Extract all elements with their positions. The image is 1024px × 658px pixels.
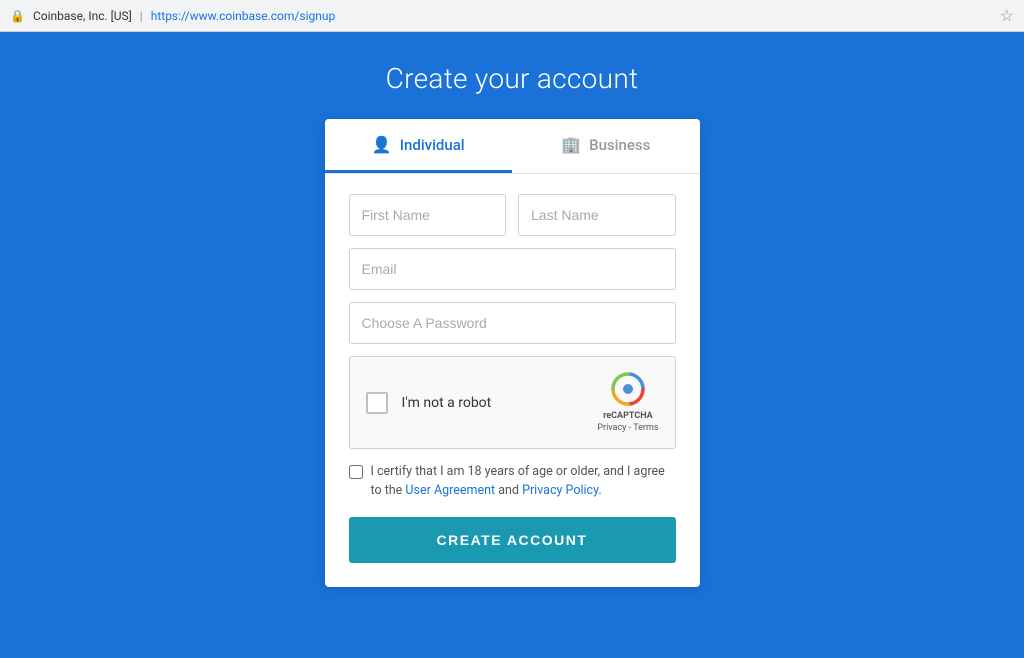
business-icon: 🏢 [561, 135, 581, 154]
recaptcha-text: reCAPTCHA Privacy - Terms [597, 411, 658, 434]
first-name-input[interactable] [349, 194, 507, 236]
password-input[interactable] [349, 302, 676, 344]
recaptcha-left: I'm not a robot [366, 392, 492, 414]
privacy-policy-link[interactable]: Privacy Policy [522, 483, 598, 498]
url-bar: https://www.coinbase.com/signup [151, 9, 335, 23]
browser-bar: 🔒 Coinbase, Inc. [US] | https://www.coin… [0, 0, 1024, 32]
individual-icon: 👤 [372, 135, 392, 154]
lock-icon: 🔒 [10, 9, 25, 23]
user-agreement-link[interactable]: User Agreement [405, 483, 495, 498]
recaptcha-subtext: Privacy - Terms [597, 423, 658, 435]
page-background: Create your account 👤 Individual 🏢 Busin… [0, 32, 1024, 658]
recaptcha-label: I'm not a robot [402, 395, 492, 411]
certify-row: I certify that I am 18 years of age or o… [349, 463, 676, 501]
recaptcha-branding: reCAPTCHA Privacy - Terms [597, 371, 658, 434]
signup-card: 👤 Individual 🏢 Business [325, 119, 700, 587]
email-row [349, 248, 676, 290]
tab-individual-label: Individual [400, 136, 465, 154]
form-area: I'm not a robot reCAPTCHA [325, 174, 700, 587]
certify-checkbox[interactable] [349, 465, 363, 479]
recaptcha-checkbox[interactable] [366, 392, 388, 414]
certify-text: I certify that I am 18 years of age or o… [371, 463, 676, 501]
email-input[interactable] [349, 248, 676, 290]
tab-business-label: Business [589, 136, 650, 154]
name-row [349, 194, 676, 236]
site-name: Coinbase, Inc. [US] [33, 9, 132, 23]
bookmark-icon[interactable]: ☆ [1000, 6, 1014, 25]
recaptcha-logo [610, 371, 646, 407]
separator: | [140, 9, 143, 23]
recaptcha-brand-name: reCAPTCHA [597, 411, 658, 423]
last-name-input[interactable] [518, 194, 676, 236]
password-row [349, 302, 676, 344]
tab-business[interactable]: 🏢 Business [512, 119, 700, 173]
certify-and-word: and [498, 483, 519, 498]
recaptcha-widget: I'm not a robot reCAPTCHA [349, 356, 676, 449]
create-account-button[interactable]: CREATE ACCOUNT [349, 517, 676, 563]
account-type-tabs: 👤 Individual 🏢 Business [325, 119, 700, 174]
tab-individual[interactable]: 👤 Individual [325, 119, 513, 173]
page-title: Create your account [386, 62, 639, 95]
